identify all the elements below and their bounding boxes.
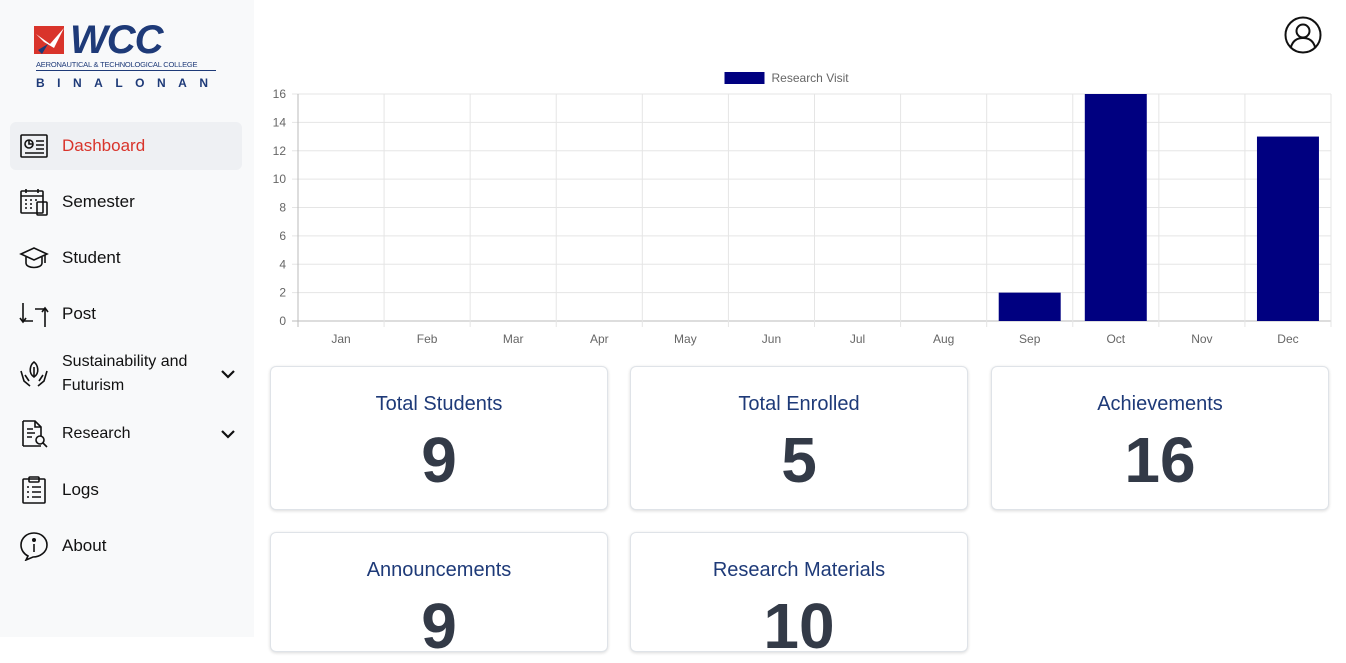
y-tick-label: 2 <box>279 286 286 300</box>
x-tick-label: Jun <box>762 332 781 346</box>
sidebar-nav: Dashboard Semester Student Post Sustaina… <box>10 122 242 578</box>
card-value: 10 <box>763 590 835 662</box>
dashboard-icon <box>18 130 50 162</box>
sidebar-item-label: Student <box>62 248 121 267</box>
logo-emblem-icon <box>34 26 64 54</box>
y-tick-label: 4 <box>279 257 286 271</box>
user-avatar-icon[interactable] <box>1284 16 1322 54</box>
sidebar-item-student[interactable]: Student <box>10 234 242 282</box>
x-tick-label: Jan <box>331 332 350 346</box>
card-value: 9 <box>421 424 457 496</box>
card-value: 16 <box>1124 424 1196 496</box>
bar <box>1084 94 1147 321</box>
x-tick-label: Apr <box>590 332 609 346</box>
x-tick-label: Nov <box>1191 332 1212 346</box>
x-tick-label: May <box>674 332 697 346</box>
sidebar-item-label: Semester <box>62 192 135 211</box>
sidebar-item-label: Sustainability and Futurism <box>62 353 188 394</box>
x-tick-label: Feb <box>417 332 438 346</box>
legend-label: Research Visit <box>772 71 850 85</box>
graduation-cap-icon <box>18 242 50 274</box>
bar-chart-svg: 0 2 4 6 8 10 12 14 16 Jan Feb Mar Apr May Jun Jul Aug Sep… <box>273 71 1332 346</box>
y-tick-label: 14 <box>273 115 287 129</box>
sidebar-item-label: Logs <box>62 480 99 499</box>
calendar-icon <box>18 186 50 218</box>
logo-subtitle: AERONAUTICAL & TECHNOLOGICAL COLLEGE <box>36 60 216 71</box>
legend-swatch <box>724 72 765 84</box>
x-tick-label: Sep <box>1019 332 1041 346</box>
y-tick-label: 16 <box>273 87 287 101</box>
sidebar-item-label: Dashboard <box>62 136 146 155</box>
y-tick-label: 6 <box>279 229 286 243</box>
x-tick-label: Aug <box>933 332 954 346</box>
y-tick-label: 0 <box>279 314 286 328</box>
card-value: 9 <box>421 590 457 662</box>
logo-wordmark: WCC <box>70 18 164 62</box>
sidebar-item-sustainability[interactable]: Sustainability and Futurism <box>10 346 242 402</box>
research-visit-chart: 0 2 4 6 8 10 12 14 16 Jan Feb Mar Apr May Jun Jul Aug Sep… <box>262 64 1340 354</box>
sidebar-item-about[interactable]: About <box>10 522 242 570</box>
clipboard-icon <box>18 474 50 506</box>
card-title: Total Enrolled <box>738 393 860 415</box>
y-tick-label: 10 <box>273 172 287 186</box>
x-tick-label: Oct <box>1106 332 1125 346</box>
y-tick-label: 8 <box>279 201 286 215</box>
hands-leaf-icon <box>18 358 50 390</box>
card-total-students: Total Students 9 <box>270 366 608 510</box>
sidebar-item-label: Post <box>62 304 97 323</box>
chevron-down-icon[interactable] <box>220 426 236 442</box>
card-title: Announcements <box>366 559 512 581</box>
college-logo[interactable]: WCC AERONAUTICAL & TECHNOLOGICAL COLLEGE… <box>34 18 221 94</box>
sidebar-item-label: About <box>62 536 107 555</box>
bar <box>998 292 1061 321</box>
card-title: Total Students <box>375 393 503 415</box>
logo-city: BINALONAN <box>36 76 221 90</box>
card-achievements: Achievements 16 <box>991 366 1329 510</box>
document-search-icon <box>18 418 50 450</box>
post-arrows-icon <box>18 298 50 330</box>
card-title: Achievements <box>1097 393 1223 415</box>
sidebar-item-research[interactable]: Research <box>10 410 242 458</box>
sidebar-item-semester[interactable]: Semester <box>10 178 242 226</box>
card-value: 5 <box>781 424 817 496</box>
sidebar: WCC AERONAUTICAL & TECHNOLOGICAL COLLEGE… <box>0 0 254 637</box>
card-announcements: Announcements 9 <box>270 532 608 662</box>
sidebar-item-dashboard[interactable]: Dashboard <box>10 122 242 170</box>
card-research-materials: Research Materials 10 <box>630 532 968 662</box>
card-total-enrolled: Total Enrolled 5 <box>630 366 968 510</box>
bar <box>1256 136 1319 321</box>
x-tick-label: Mar <box>503 332 524 346</box>
chevron-down-icon[interactable] <box>220 366 236 382</box>
y-tick-label: 12 <box>273 144 287 158</box>
x-tick-label: Jul <box>850 332 865 346</box>
sidebar-item-logs[interactable]: Logs <box>10 466 242 514</box>
x-tick-label: Dec <box>1277 332 1298 346</box>
sidebar-item-label: Research <box>62 425 131 442</box>
sidebar-item-post[interactable]: Post <box>10 290 242 338</box>
card-title: Research Materials <box>712 559 886 581</box>
info-icon <box>18 530 50 562</box>
